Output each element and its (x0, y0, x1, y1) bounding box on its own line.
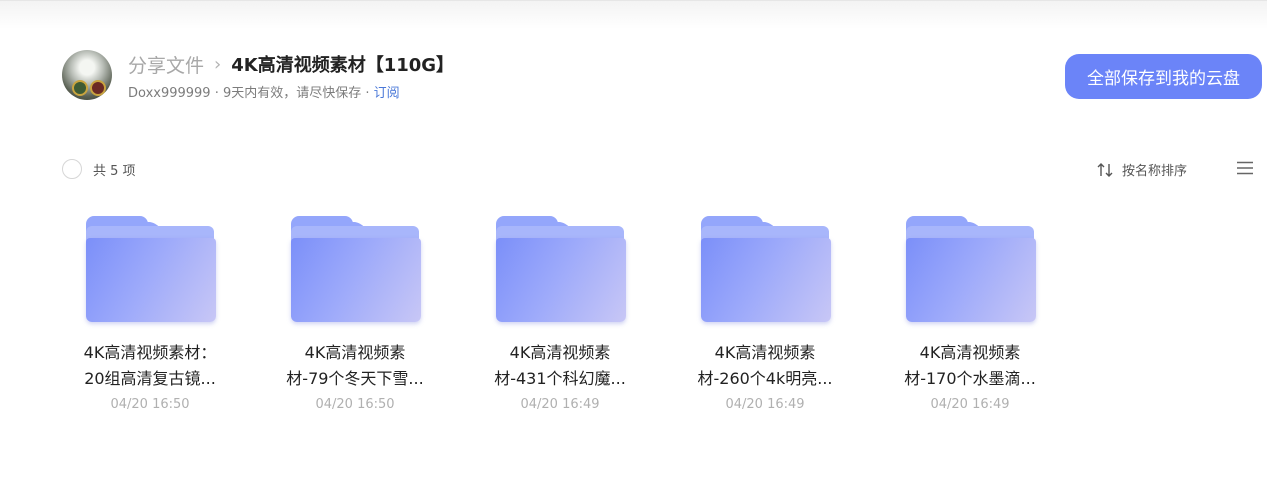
folder-name-line: 材-260个4k明亮... (697, 369, 833, 388)
folder-name-line: 4K高清视频素 (304, 343, 406, 362)
page-title: 4K高清视频素材【110G】 (231, 55, 455, 76)
folder-date: 04/20 16:50 (110, 397, 190, 412)
folder-name: 4K高清视频素材： 20组高清复古镜... (80, 340, 220, 392)
select-all-checkbox[interactable] (62, 159, 82, 179)
folder-name-line: 4K高清视频素 (509, 343, 611, 362)
folder-date: 04/20 16:50 (315, 397, 395, 412)
sort-icon (1097, 162, 1113, 177)
sort-button[interactable]: 按名称排序 (1097, 160, 1187, 179)
folder-name-line: 4K高清视频素材： (83, 343, 217, 362)
folder-date: 04/20 16:49 (725, 397, 805, 412)
folder-name: 4K高清视频素 材-79个冬天下雪... (285, 340, 425, 392)
breadcrumb-root[interactable]: 分享文件 (128, 51, 204, 78)
avatar[interactable] (62, 50, 112, 100)
save-all-button[interactable]: 全部保存到我的云盘 (1065, 54, 1262, 99)
folder-icon (701, 216, 831, 322)
sort-label: 按名称排序 (1122, 164, 1188, 179)
folder-name: 4K高清视频素 材-170个水墨滴... (900, 340, 1040, 392)
selection-bar: 共 5 项 (62, 159, 136, 179)
list-view-icon[interactable] (1236, 161, 1254, 175)
chevron-right-icon: › (214, 53, 222, 75)
folder-name: 4K高清视频素 材-431个科幻魔... (490, 340, 630, 392)
folder-name-line: 4K高清视频素 (714, 343, 816, 362)
folder-icon (86, 216, 216, 322)
meta-dot: · (210, 86, 223, 101)
folder-icon (291, 216, 421, 322)
folder-name: 4K高清视频素 材-260个4k明亮... (695, 340, 835, 392)
folder-icon (496, 216, 626, 322)
avatar-detail-left (72, 80, 88, 96)
folder-name-line: 材-431个科幻魔... (494, 369, 626, 388)
folder-date: 04/20 16:49 (520, 397, 600, 412)
avatar-detail-right (90, 80, 106, 96)
meta-dot: · (361, 86, 374, 101)
folder-name-line: 材-79个冬天下雪... (286, 369, 424, 388)
breadcrumb: 分享文件 › 4K高清视频素材【110G】 (128, 50, 454, 78)
validity-text: 9天内有效，请尽快保存 (222, 86, 362, 101)
item-count: 共 5 项 (93, 163, 136, 179)
folder-name-line: 4K高清视频素 (919, 343, 1021, 362)
folder-icon (906, 216, 1036, 322)
folder-date: 04/20 16:49 (930, 397, 1010, 412)
folder-name-line: 材-170个水墨滴... (904, 369, 1036, 388)
top-bar (0, 0, 1267, 29)
share-meta: Doxx999999 · 9天内有效，请尽快保存 · 订阅 (128, 82, 400, 101)
subscribe-link[interactable]: 订阅 (374, 86, 400, 101)
sharer-name: Doxx999999 (128, 86, 211, 101)
folder-name-line: 20组高清复古镜... (84, 369, 216, 388)
